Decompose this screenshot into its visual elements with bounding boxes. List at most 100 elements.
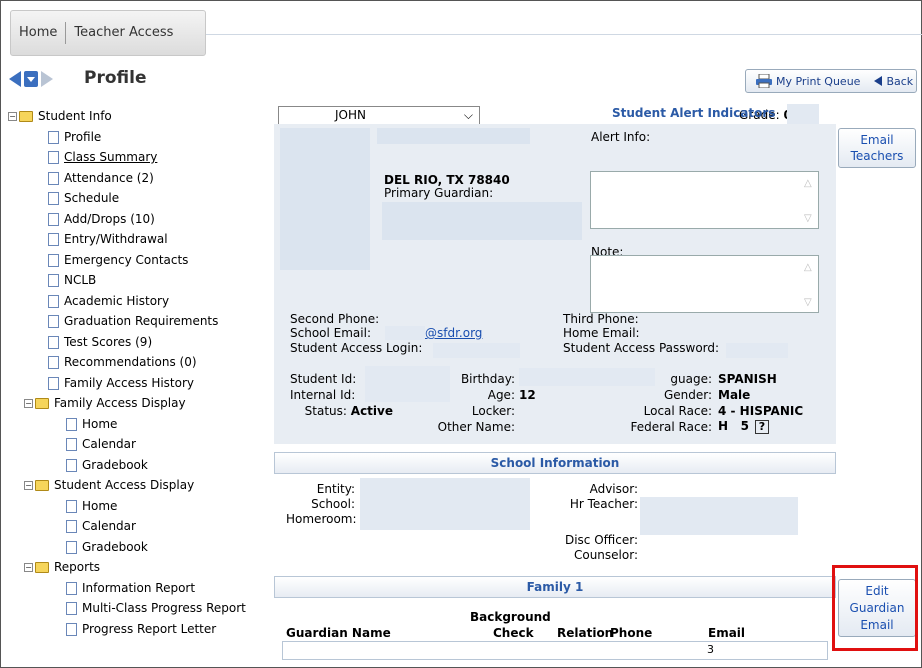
- tree-item[interactable]: Home: [8, 496, 258, 517]
- alert-indicators-title: Student Alert Indicators: [612, 106, 776, 120]
- tree-item[interactable]: Test Scores (9): [8, 332, 258, 353]
- tree-item[interactable]: Calendar: [8, 434, 258, 455]
- page-icon: [48, 274, 59, 287]
- email-teachers-button[interactable]: Email Teachers: [838, 128, 916, 168]
- family-row: 3: [282, 641, 828, 660]
- print-queue-button[interactable]: My Print Queue: [776, 75, 860, 88]
- dropdown-icon[interactable]: [24, 70, 38, 88]
- school-information-header: School Information: [274, 452, 836, 474]
- primary-guardian-label: Primary Guardian:: [384, 186, 494, 200]
- collapse-icon[interactable]: −: [24, 399, 33, 408]
- page-icon: [66, 540, 77, 554]
- tree-item[interactable]: Class Summary: [8, 147, 258, 168]
- tree-item[interactable]: Profile: [8, 127, 258, 148]
- tree-item[interactable]: Progress Report Letter: [8, 619, 258, 640]
- tree-family-access-display[interactable]: − Family Access Display: [8, 393, 258, 414]
- back-button[interactable]: Back: [886, 75, 913, 88]
- tree-item-label: Gradebook: [82, 539, 148, 554]
- note-field[interactable]: △ ▽: [590, 255, 819, 313]
- tree-item-label: Attendance (2): [64, 170, 154, 185]
- help-icon[interactable]: ?: [754, 420, 769, 434]
- student-select[interactable]: JOHN ⌵: [278, 106, 480, 125]
- tree-item[interactable]: Home: [8, 414, 258, 435]
- tree-item[interactable]: NCLB: [8, 270, 258, 291]
- page-icon: [66, 458, 77, 472]
- locker-label: Locker:: [471, 404, 515, 418]
- counselor-label: Counselor:: [573, 548, 638, 562]
- local-race-label: Local Race:: [643, 404, 712, 418]
- tree-item[interactable]: Emergency Contacts: [8, 250, 258, 271]
- tree-student-info[interactable]: − Student Info: [8, 106, 258, 127]
- hr-teacher-label: Hr Teacher:: [569, 497, 638, 511]
- tree-item[interactable]: Gradebook: [8, 455, 258, 476]
- page-icon: [48, 253, 59, 267]
- tree-item[interactable]: Academic History: [8, 291, 258, 312]
- school-email-link[interactable]: @sfdr.org: [425, 326, 482, 340]
- page-icon: [48, 356, 59, 369]
- col-background: Background: [470, 610, 551, 624]
- tree-item[interactable]: Information Report: [8, 578, 258, 599]
- folder-icon: [35, 562, 49, 573]
- page-icon: [66, 438, 77, 451]
- tree-item-label: Entry/Withdrawal: [64, 232, 168, 246]
- tab-teacher-access[interactable]: Teacher Access: [65, 22, 181, 44]
- page-icon: [66, 520, 77, 533]
- page-icon: [48, 171, 59, 185]
- page-icon: [66, 499, 77, 513]
- tree-item-label: Home: [82, 498, 118, 513]
- home-email-label: Home Email:: [563, 326, 640, 340]
- tree-reports[interactable]: − Reports: [8, 557, 258, 578]
- tree-item-label: Test Scores (9): [64, 334, 153, 349]
- tree-item-label: Progress Report Letter: [82, 621, 217, 636]
- page-icon: [66, 622, 77, 636]
- col-email: Email: [708, 626, 746, 640]
- page-icon: [48, 151, 59, 164]
- page-icon: [48, 212, 59, 226]
- tree-item[interactable]: Gradebook: [8, 537, 258, 558]
- col-check: Check: [493, 626, 534, 640]
- tree-item-label: Calendar: [82, 437, 136, 451]
- page-icon: [48, 315, 59, 328]
- tree-item-label: Academic History: [64, 293, 170, 308]
- page-icon: [66, 417, 77, 431]
- tree-item[interactable]: Graduation Requirements: [8, 311, 258, 332]
- navigation-tree: − Student Info Profile Class Summary Attend…: [8, 106, 258, 639]
- nav-arrows: [8, 70, 54, 88]
- back-arrow-icon[interactable]: [8, 70, 22, 88]
- third-phone-label: Third Phone:: [563, 312, 639, 326]
- page-icon: [48, 192, 59, 205]
- tab-home[interactable]: Home: [11, 22, 65, 44]
- school-email-label: School Email:: [290, 326, 371, 340]
- highlight-box: [832, 565, 918, 651]
- tree-item[interactable]: Recommendations (0): [8, 352, 258, 373]
- tree-item[interactable]: Attendance (2): [8, 168, 258, 189]
- page-icon: [66, 581, 77, 595]
- tree-student-access-display[interactable]: − Student Access Display: [8, 475, 258, 496]
- age-value: 12: [519, 388, 536, 402]
- tree-item-label: Information Report: [82, 580, 196, 595]
- tree-item[interactable]: Entry/Withdrawal: [8, 229, 258, 250]
- alert-info-field[interactable]: △ ▽: [590, 171, 819, 229]
- student-access-login-label: Student Access Login:: [290, 341, 423, 355]
- collapse-icon[interactable]: −: [8, 112, 17, 121]
- tree-item-label: Multi-Class Progress Report: [82, 601, 246, 615]
- collapse-icon[interactable]: −: [24, 563, 33, 572]
- forward-arrow-icon[interactable]: [40, 70, 54, 88]
- tree-item[interactable]: Add/Drops (10): [8, 209, 258, 230]
- top-tabs: Home Teacher Access: [10, 10, 206, 56]
- page-icon: [48, 294, 59, 308]
- tree-item-label: Calendar: [82, 519, 136, 533]
- tree-item[interactable]: Family Access History: [8, 373, 258, 394]
- student-id-label: Student Id:: [290, 372, 357, 386]
- federal-race-label: Federal Race:: [630, 420, 712, 434]
- disc-officer-label: Disc Officer:: [564, 533, 638, 547]
- folder-icon: [19, 111, 33, 122]
- local-race-value: 4 - HISPANIC: [718, 404, 804, 418]
- folder-icon: [35, 480, 49, 491]
- toolbar: My Print Queue Back: [745, 69, 917, 93]
- collapse-icon[interactable]: −: [24, 481, 33, 490]
- tree-item[interactable]: Multi-Class Progress Report: [8, 598, 258, 619]
- tree-item[interactable]: Calendar: [8, 516, 258, 537]
- language-value: SPANISH: [718, 372, 777, 386]
- tree-item[interactable]: Schedule: [8, 188, 258, 209]
